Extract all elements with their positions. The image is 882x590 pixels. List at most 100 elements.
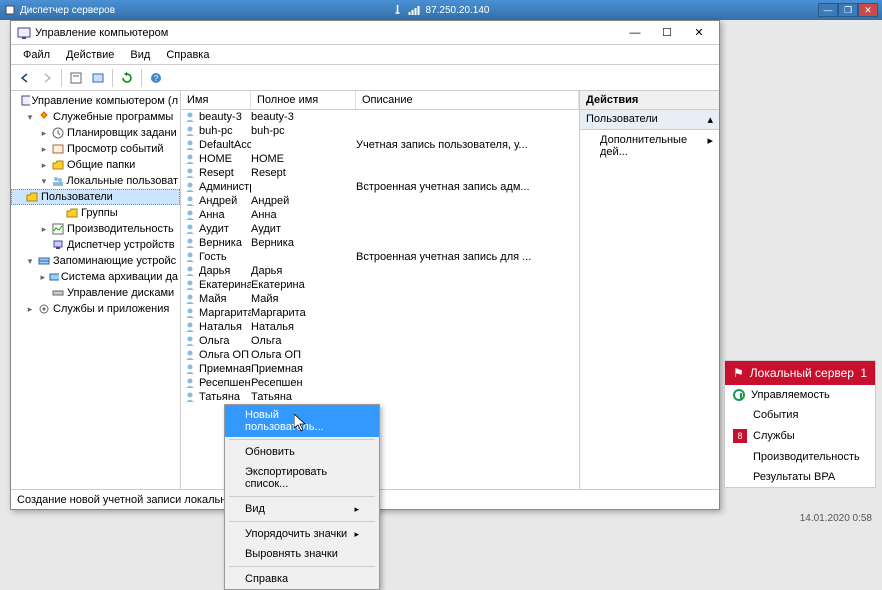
list-item[interactable]: НатальяНаталья (181, 320, 579, 334)
tree-services-apps[interactable]: ▸Службы и приложения (11, 301, 180, 317)
actions-subheader[interactable]: Пользователи▴ (580, 110, 719, 130)
list-item[interactable]: ГостьВстроенная учетная запись для ... (181, 250, 579, 264)
list-item[interactable]: МаргаритаМаргарита (181, 306, 579, 320)
list-item[interactable]: buh-pcbuh-pc (181, 124, 579, 138)
user-icon (183, 279, 197, 291)
col-name[interactable]: Имя (181, 91, 251, 109)
col-description[interactable]: Описание (356, 91, 579, 109)
user-icon (183, 307, 197, 319)
menu-action[interactable]: Действие (58, 47, 122, 63)
tree-performance[interactable]: ▸Производительность (11, 221, 180, 237)
cm-help[interactable]: Справка (225, 569, 379, 589)
menu-view[interactable]: Вид (122, 47, 158, 63)
cm-arrange[interactable]: Упорядочить значки▸ (225, 524, 379, 544)
timestamp: 14.01.2020 0:58 (800, 513, 872, 524)
properties-button[interactable] (66, 68, 86, 88)
cm-view[interactable]: Вид▸ (225, 499, 379, 519)
tree-backup[interactable]: ▸Система архивации да (11, 269, 180, 285)
user-name: beauty-3 (197, 111, 251, 123)
cm-export[interactable]: Экспортировать список... (225, 462, 379, 494)
remote-minimize-button[interactable]: — (818, 3, 838, 17)
mmc-menubar: Файл Действие Вид Справка (11, 45, 719, 65)
list-item[interactable]: ТатьянаТатьяна (181, 390, 579, 404)
user-icon (183, 223, 197, 235)
list-item[interactable]: ОльгаОльга (181, 334, 579, 348)
list-item[interactable]: ЕкатеринаЕкатерина (181, 278, 579, 292)
user-name: buh-pc (197, 125, 251, 137)
list-item[interactable]: АндрейАндрей (181, 194, 579, 208)
notif-services[interactable]: 8Службы (725, 425, 875, 447)
list-item[interactable]: HOMEHOME (181, 152, 579, 166)
user-name: DefaultAcco... (197, 139, 251, 151)
tree-device-manager[interactable]: Диспетчер устройств (11, 237, 180, 253)
tree-disk-management[interactable]: Управление дисками (11, 285, 180, 301)
action-button[interactable] (88, 68, 108, 88)
mmc-titlebar[interactable]: Управление компьютером — ☐ ✕ (11, 21, 719, 45)
notif-header[interactable]: ⚑Локальный сервер 1 (725, 361, 875, 385)
list-item[interactable]: Ольга ОПОльга ОП (181, 348, 579, 362)
forward-button[interactable] (37, 68, 57, 88)
col-fullname[interactable]: Полное имя (251, 91, 356, 109)
user-fullname: Майя (251, 293, 356, 305)
list-item[interactable]: ДарьяДарья (181, 264, 579, 278)
list-item[interactable]: DefaultAcco... Учетная запись пользовател… (181, 138, 579, 152)
tree-shared-folders[interactable]: ▸Общие папки (11, 157, 180, 173)
tree-system-tools[interactable]: ▾Служебные программы (11, 109, 180, 125)
list-item[interactable]: ПриемнаяПриемная (181, 362, 579, 376)
user-name: Ольга (197, 335, 251, 347)
list-item[interactable]: ВерникаВерника (181, 236, 579, 250)
tree-task-scheduler[interactable]: ▸Планировщик задани (11, 125, 180, 141)
list-item[interactable]: РесепшенРесепшен (181, 376, 579, 390)
tree-event-viewer[interactable]: ▸Просмотр событий (11, 141, 180, 157)
menu-file[interactable]: Файл (15, 47, 58, 63)
user-name: Администр... (197, 181, 251, 193)
user-icon (183, 391, 197, 403)
list-header[interactable]: Имя Полное имя Описание (181, 91, 579, 110)
user-fullname: Верника (251, 237, 356, 249)
mmc-close-button[interactable]: ✕ (685, 24, 713, 42)
user-fullname: Екатерина (251, 279, 356, 291)
list-item[interactable]: beauty-3beauty-3 (181, 110, 579, 124)
tree-root[interactable]: Управление компьютером (л (11, 93, 180, 109)
mmc-icon (17, 26, 31, 40)
list-item[interactable]: Администр...Встроенная учетная запись ад… (181, 180, 579, 194)
user-icon (183, 377, 197, 389)
notif-manageability[interactable]: Управляемость (725, 385, 875, 405)
user-name: Приемная (197, 363, 251, 375)
user-name: Верника (197, 237, 251, 249)
cm-refresh[interactable]: Обновить (225, 442, 379, 462)
remote-close-button[interactable]: ✕ (858, 3, 878, 17)
mmc-minimize-button[interactable]: — (621, 24, 649, 42)
user-fullname: Resept (251, 167, 356, 179)
actions-more[interactable]: Дополнительные дей...▸ (580, 130, 719, 162)
list-item[interactable]: ReseptResept (181, 166, 579, 180)
list-item[interactable]: АннаАнна (181, 208, 579, 222)
mmc-maximize-button[interactable]: ☐ (653, 24, 681, 42)
back-button[interactable] (15, 68, 35, 88)
list-item[interactable]: АудитАудит (181, 222, 579, 236)
list-item[interactable]: МайяМайя (181, 292, 579, 306)
tree-users[interactable]: Пользователи (11, 189, 180, 205)
refresh-button[interactable] (117, 68, 137, 88)
user-fullname: Татьяна (251, 391, 356, 403)
console-tree[interactable]: Управление компьютером (л ▾Служебные про… (11, 91, 181, 489)
user-name: Resept (197, 167, 251, 179)
menu-help[interactable]: Справка (158, 47, 217, 63)
help-button[interactable]: ? (146, 68, 166, 88)
cm-align[interactable]: Выровнять значки (225, 544, 379, 564)
user-fullname: Наталья (251, 321, 356, 333)
remote-restore-button[interactable]: ❐ (838, 3, 858, 17)
pin-icon[interactable] (393, 5, 403, 15)
notif-events[interactable]: События (725, 405, 875, 425)
mmc-toolbar: ? (11, 65, 719, 91)
user-icon (183, 125, 197, 137)
tree-groups[interactable]: Группы (11, 205, 180, 221)
user-icon (183, 181, 197, 193)
user-fullname: beauty-3 (251, 111, 356, 123)
tree-local-users[interactable]: ▾Локальные пользоват (11, 173, 180, 189)
tree-storage[interactable]: ▾Запоминающие устройс (11, 253, 180, 269)
notif-performance[interactable]: Производительность (725, 447, 875, 467)
user-desc: Учетная запись пользователя, у... (356, 139, 579, 151)
actions-header: Действия (580, 91, 719, 110)
notif-bpa[interactable]: Результаты BPA (725, 467, 875, 487)
